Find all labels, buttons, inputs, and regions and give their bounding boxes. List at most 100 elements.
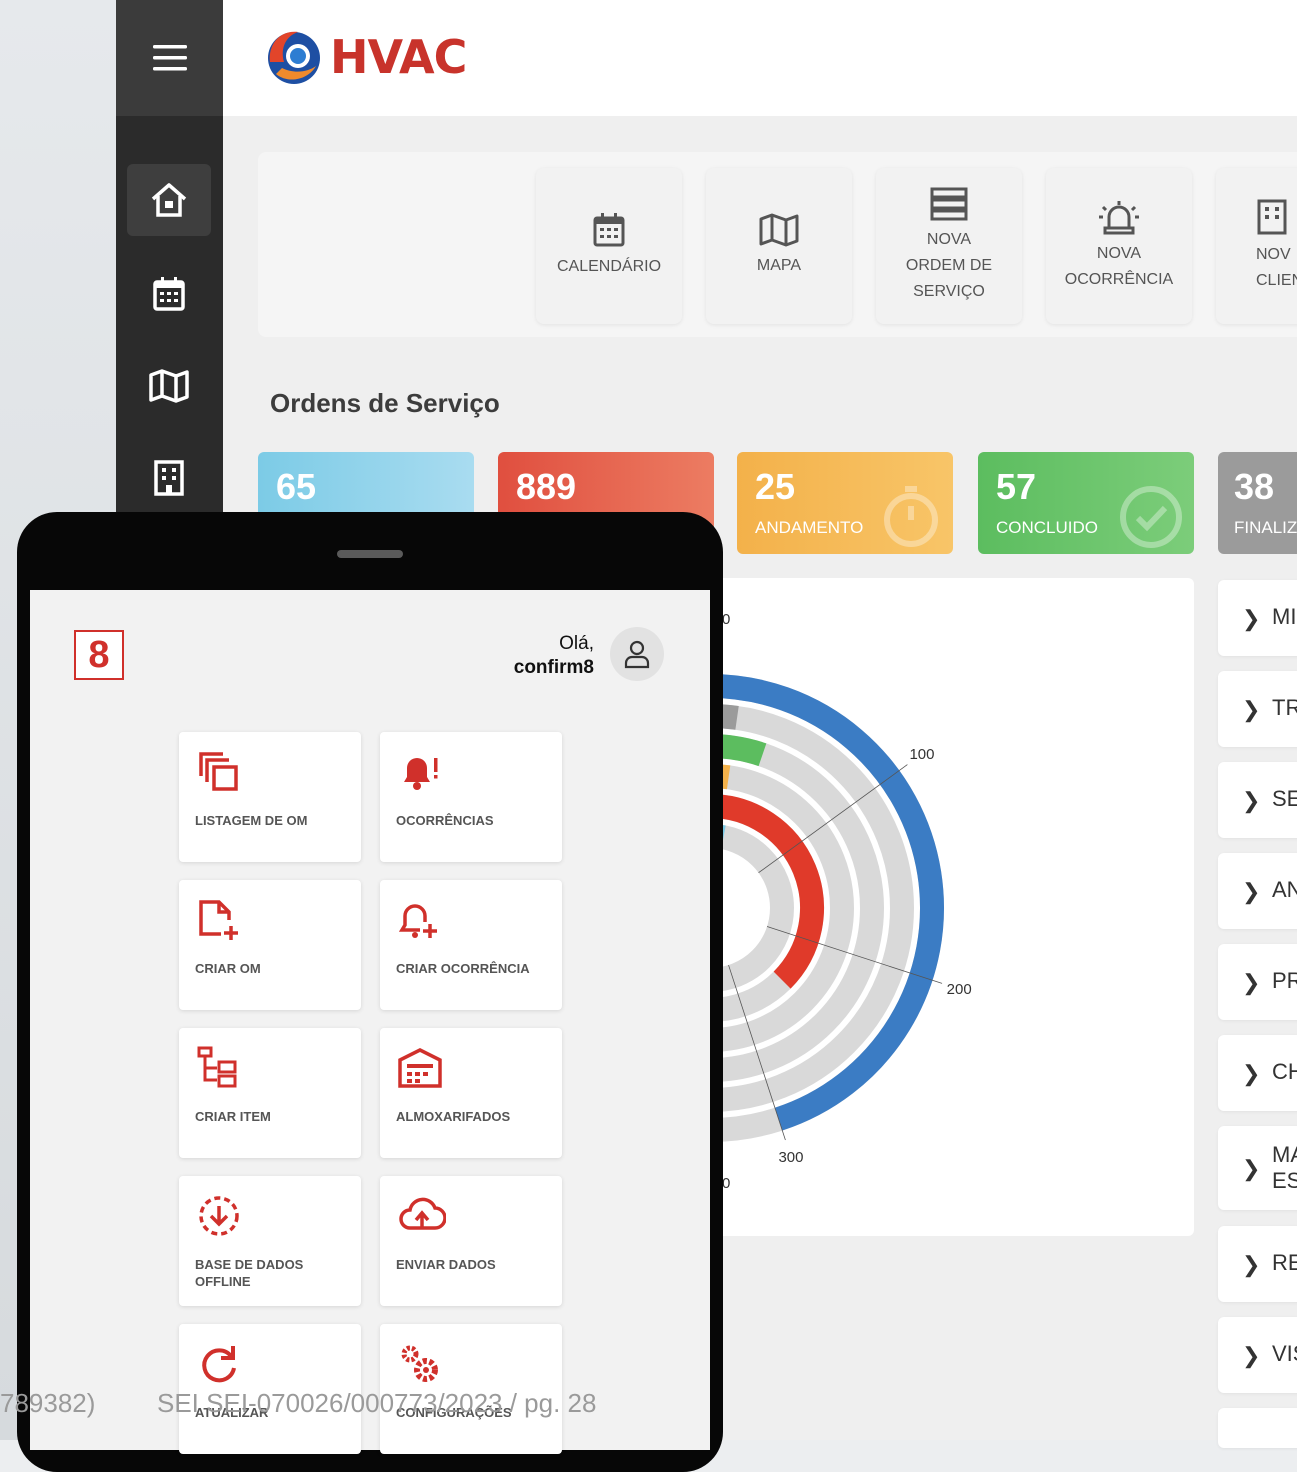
accordion-item[interactable] bbox=[1218, 1408, 1297, 1448]
sidebar-item-building[interactable] bbox=[127, 442, 211, 514]
calendar-icon bbox=[593, 213, 625, 247]
phone-speaker bbox=[337, 550, 403, 558]
accordion-item[interactable]: ❯ AN bbox=[1218, 853, 1297, 929]
stat-label: FINALIZ bbox=[1234, 518, 1297, 537]
axis-partial-label: 0 bbox=[722, 611, 730, 628]
user-icon bbox=[624, 640, 650, 669]
tile-offline-database[interactable]: BASE DE DADOS OFFLINE bbox=[179, 1176, 361, 1306]
brand-logo[interactable]: HVAC bbox=[258, 22, 467, 92]
stat-value: 38 bbox=[1234, 466, 1275, 507]
shortcut-label: NOVA OCORRÊNCIA bbox=[1064, 245, 1174, 288]
accordion-label: AN bbox=[1272, 877, 1297, 902]
stat-label: CONCLUIDO bbox=[996, 518, 1099, 537]
accordion-item[interactable]: ❯ VIS bbox=[1218, 1317, 1297, 1393]
tile-label: CRIAR ITEM bbox=[195, 1109, 271, 1124]
home-icon bbox=[151, 183, 187, 217]
sidebar-item-map[interactable] bbox=[127, 350, 211, 422]
greeting-text: Olá, bbox=[559, 633, 594, 654]
chevron-right-icon: ❯ bbox=[1242, 970, 1261, 995]
stopwatch-icon bbox=[884, 486, 938, 547]
tile-send-data[interactable]: ENVIAR DADOS bbox=[380, 1176, 562, 1306]
accordion-item[interactable]: ❯ SE bbox=[1218, 762, 1297, 838]
sidebar-item-calendar[interactable] bbox=[127, 258, 211, 330]
accordion-item[interactable]: ❯ MI bbox=[1218, 580, 1297, 656]
shortcut-label: NOV CLIEN bbox=[1256, 246, 1297, 289]
stat-value: 25 bbox=[755, 466, 796, 507]
tile-label: ENVIAR DADOS bbox=[396, 1257, 496, 1272]
map-icon bbox=[759, 213, 799, 247]
menu-button[interactable] bbox=[116, 0, 223, 116]
tile-label: CRIAR OCORRÊNCIA bbox=[396, 961, 530, 976]
file-add-icon bbox=[199, 900, 238, 940]
accordion-item[interactable]: ❯ MA ES bbox=[1218, 1126, 1297, 1210]
sidebar-item-home[interactable] bbox=[127, 164, 211, 236]
stat-value: 65 bbox=[276, 466, 317, 507]
chevron-right-icon: ❯ bbox=[1242, 788, 1261, 813]
chevron-right-icon: ❯ bbox=[1242, 606, 1261, 631]
axis-tick-label: 200 bbox=[947, 981, 972, 998]
calendar-icon bbox=[153, 277, 185, 311]
stat-value: 57 bbox=[996, 466, 1037, 507]
accordion-label: SE bbox=[1272, 786, 1297, 811]
shortcut-new-service-order[interactable]: NOVA ORDEM DE SERVIÇO bbox=[876, 168, 1022, 324]
shortcut-label: MAPA bbox=[756, 257, 802, 274]
bell-add-icon bbox=[398, 904, 437, 938]
tile-label: OCORRÊNCIAS bbox=[396, 813, 494, 828]
accordion-label: CH bbox=[1272, 1059, 1297, 1084]
section-title: Ordens de Serviço bbox=[270, 388, 500, 418]
accordion-item[interactable]: ❯ PR bbox=[1218, 944, 1297, 1020]
server-icon bbox=[930, 187, 968, 221]
shortcut-calendar[interactable]: CALENDÁRIO bbox=[536, 168, 682, 324]
tile-label: ALMOXARIFADOS bbox=[396, 1109, 511, 1124]
building-icon bbox=[154, 460, 184, 496]
tile-occurrences[interactable]: OCORRÊNCIAS bbox=[380, 732, 562, 862]
footer-reference-left: 789382) bbox=[0, 1388, 96, 1418]
stat-card-finalized[interactable]: 38 FINALIZ bbox=[1218, 452, 1297, 554]
tile-create-item[interactable]: CRIAR ITEM bbox=[179, 1028, 361, 1158]
tile-create-om[interactable]: CRIAR OM bbox=[179, 880, 361, 1010]
axis-tick-label: 300 bbox=[778, 1149, 803, 1166]
tile-create-occurrence[interactable]: CRIAR OCORRÊNCIA bbox=[380, 880, 562, 1010]
logo-text: HVAC bbox=[330, 30, 467, 84]
chevron-right-icon: ❯ bbox=[1242, 1252, 1261, 1277]
tree-icon bbox=[197, 1046, 237, 1088]
avatar[interactable] bbox=[610, 627, 664, 681]
axis-partial-label: 0 bbox=[722, 1175, 730, 1192]
copy-icon bbox=[199, 752, 238, 791]
hamburger-icon bbox=[152, 45, 187, 71]
gears-icon bbox=[401, 1345, 438, 1382]
chevron-right-icon: ❯ bbox=[1242, 1156, 1261, 1181]
shortcut-new-client[interactable]: NOV CLIEN bbox=[1216, 168, 1297, 324]
accordion-label: TR bbox=[1272, 695, 1297, 720]
phone-screen bbox=[30, 590, 710, 1450]
globe-flame-icon bbox=[268, 31, 320, 84]
refresh-icon bbox=[202, 1346, 236, 1383]
stat-card-in-progress[interactable]: 25 ANDAMENTO bbox=[737, 452, 953, 554]
chevron-right-icon: ❯ bbox=[1242, 1061, 1261, 1086]
accordion-item[interactable]: ❯ TR bbox=[1218, 671, 1297, 747]
accordion-label: MI bbox=[1272, 604, 1297, 629]
cloud-upload-icon bbox=[399, 1197, 446, 1230]
check-circle-icon bbox=[1120, 486, 1182, 548]
footer-reference-right: SEI SEI-070026/000773/2023 / pg. 28 bbox=[157, 1388, 597, 1418]
tile-warehouses[interactable]: ALMOXARIFADOS bbox=[380, 1028, 562, 1158]
sidebar bbox=[116, 0, 223, 520]
map-icon bbox=[149, 369, 189, 403]
tile-label: LISTAGEM DE OM bbox=[195, 813, 308, 828]
warehouse-icon bbox=[398, 1048, 442, 1088]
accordion-item[interactable]: ❯ CH bbox=[1218, 1035, 1297, 1111]
tile-label: CRIAR OM bbox=[195, 961, 261, 976]
app-logo: 8 bbox=[74, 630, 124, 680]
tile-om-list[interactable]: LISTAGEM DE OM bbox=[179, 732, 361, 862]
siren-icon bbox=[1099, 201, 1139, 235]
shortcut-label: CALENDÁRIO bbox=[556, 258, 662, 275]
stat-card-completed[interactable]: 57 CONCLUIDO bbox=[978, 452, 1194, 554]
shortcut-map[interactable]: MAPA bbox=[706, 168, 852, 324]
bell-alert-icon bbox=[404, 758, 438, 790]
accordion-item[interactable]: ❯ RE bbox=[1218, 1226, 1297, 1302]
chevron-right-icon: ❯ bbox=[1242, 879, 1261, 904]
chevron-right-icon: ❯ bbox=[1242, 697, 1261, 722]
shortcut-new-occurrence[interactable]: NOVA OCORRÊNCIA bbox=[1046, 168, 1192, 324]
accordion-label: VIS bbox=[1272, 1341, 1297, 1366]
shortcut-label: NOVA ORDEM DE SERVIÇO bbox=[905, 231, 993, 300]
